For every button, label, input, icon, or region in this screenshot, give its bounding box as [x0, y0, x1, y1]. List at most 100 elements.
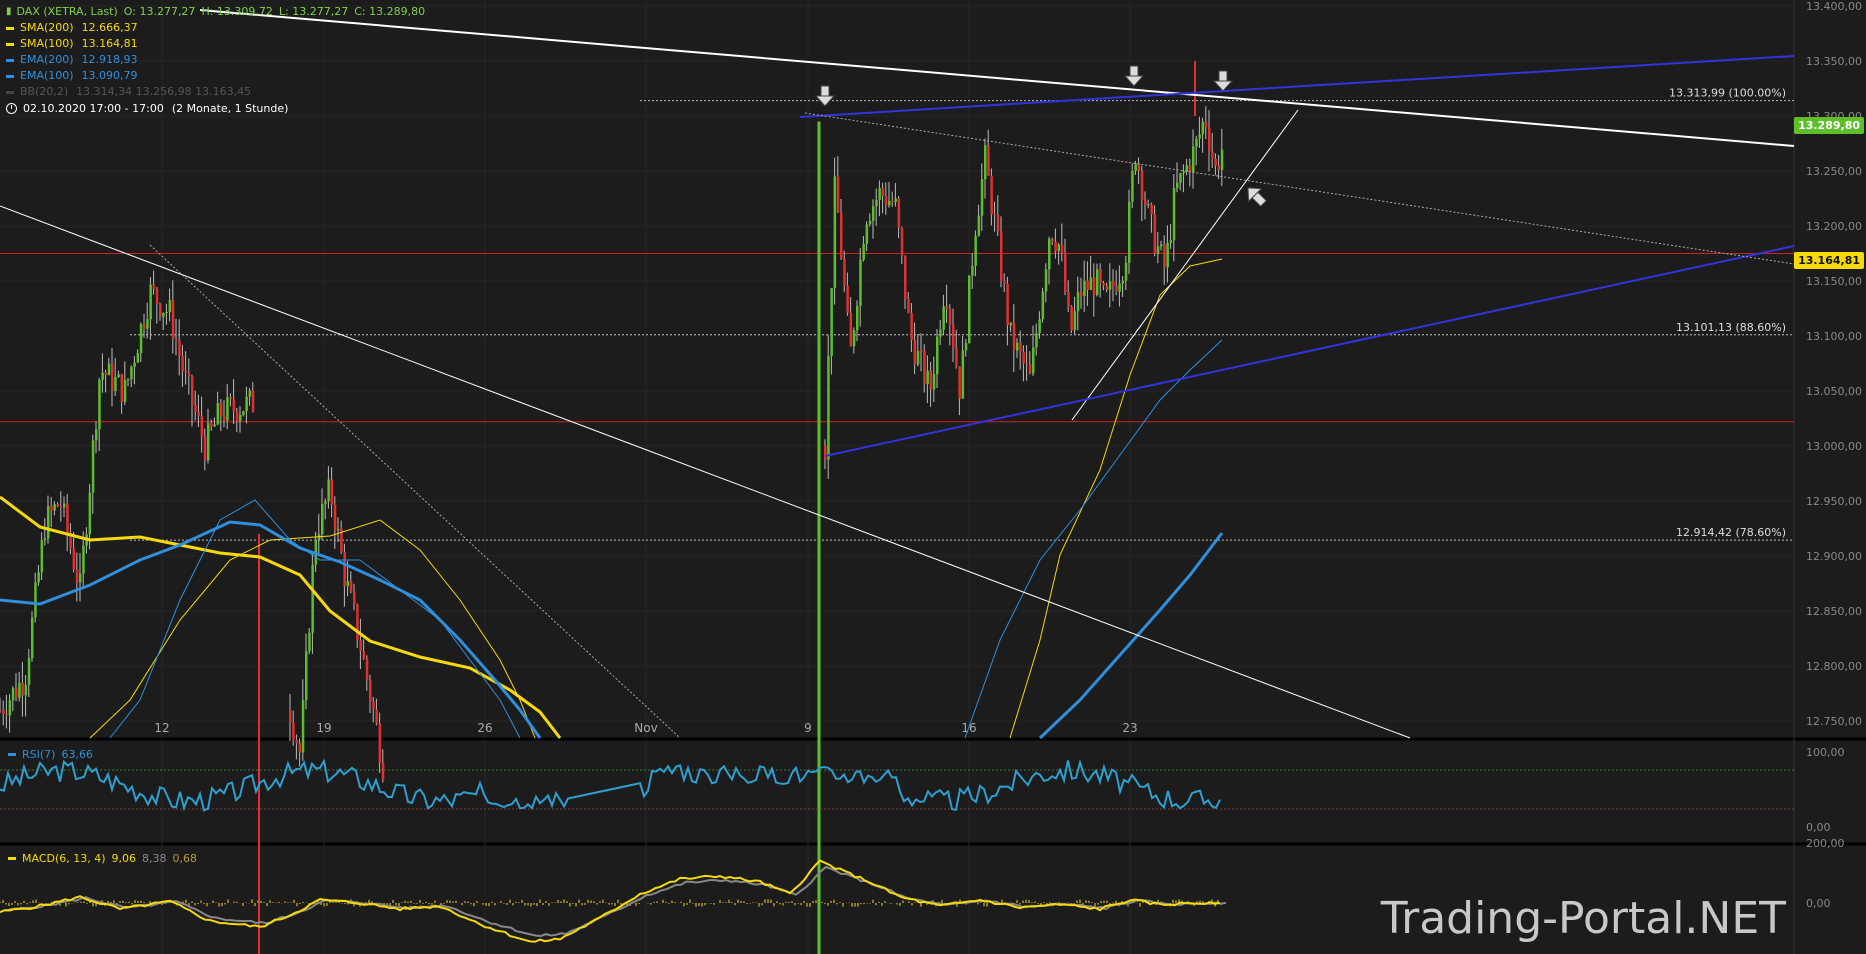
- rsi-panel-bg: [0, 742, 1866, 842]
- candle-body: [239, 414, 242, 422]
- candle-body: [836, 176, 840, 213]
- candle-body: [349, 581, 353, 592]
- candle-body: [833, 176, 837, 289]
- candle-body: [1192, 146, 1195, 173]
- candle-body: [168, 300, 172, 313]
- macd-label[interactable]: MACD(6, 13, 4) 9,06 8,38 0,68: [8, 852, 197, 865]
- candle-body: [1211, 151, 1214, 159]
- rsi-axis-label: 0,00: [1806, 821, 1831, 834]
- candle-body: [955, 348, 958, 367]
- candle-body: [56, 504, 60, 507]
- candle-body: [143, 324, 146, 329]
- candle-body: [884, 196, 888, 206]
- rsi-label[interactable]: RSI(7) 63,66: [8, 748, 93, 761]
- candle-body: [175, 338, 178, 341]
- candle-body: [210, 423, 213, 427]
- legend-high: H: 13.309,72: [201, 5, 273, 18]
- candle-body: [72, 548, 76, 570]
- price-axis-label: 12.800,00: [1806, 660, 1862, 673]
- candle-body: [365, 658, 369, 681]
- candle-body: [1176, 182, 1179, 189]
- candle-body: [15, 687, 18, 698]
- candle-body: [343, 552, 346, 587]
- candle-body: [926, 370, 929, 384]
- candle-body: [295, 739, 298, 744]
- candle-body: [47, 505, 50, 539]
- candle-body: [123, 379, 127, 402]
- candle-body: [1054, 241, 1057, 252]
- legend-item-ema200[interactable]: EMA(200) 12.918,93: [6, 52, 425, 68]
- candle-body: [1115, 286, 1118, 292]
- candle-body: [843, 258, 846, 286]
- candle-body: [881, 188, 885, 197]
- candle-body: [987, 145, 990, 176]
- candle-body: [139, 324, 143, 354]
- candle-body: [191, 376, 194, 406]
- candle-body: [1166, 242, 1169, 268]
- candle-body: [996, 214, 1000, 232]
- legend-main-label: DAX (XETRA, Last): [16, 5, 118, 18]
- candle-body: [1057, 244, 1061, 252]
- candle-body: [82, 545, 85, 574]
- candle-body: [226, 397, 229, 421]
- candle-body: [356, 604, 359, 641]
- time-axis-label: 12: [154, 721, 169, 735]
- arrow-shaft: [820, 85, 830, 97]
- candle-body: [242, 411, 245, 415]
- candle-body: [993, 214, 997, 216]
- candle-body: [1102, 283, 1105, 286]
- legend-item-sma100[interactable]: SMA(100) 13.164,81: [6, 36, 425, 52]
- candle-body: [916, 350, 920, 365]
- candle-body: [1214, 158, 1217, 166]
- candle-body: [333, 504, 337, 531]
- candle-body: [948, 309, 952, 325]
- candle-body: [840, 212, 843, 259]
- candle-body: [171, 300, 175, 339]
- candle-body: [378, 723, 382, 763]
- legend-item-bb[interactable]: BB(20,2) 13.314,34 13.256,98 13.163,45: [6, 84, 425, 100]
- candle-body: [1044, 269, 1048, 292]
- candle-body: [8, 700, 12, 716]
- candle-body: [133, 362, 136, 367]
- candle-body: [324, 501, 327, 504]
- candle-body: [101, 372, 104, 380]
- candle-body: [120, 374, 124, 402]
- candle-body: [1208, 127, 1211, 152]
- price-axis-label: 13.000,00: [1806, 440, 1862, 453]
- candle-body: [964, 343, 968, 351]
- stock-chart[interactable]: 121926Nov9162313.400,0013.350,0013.300,0…: [0, 0, 1866, 954]
- candle-body: [152, 284, 156, 289]
- candle-body: [932, 374, 936, 390]
- price-axis-label: 13.200,00: [1806, 220, 1862, 233]
- candle-body: [945, 306, 949, 310]
- candle-body: [897, 198, 901, 229]
- candle-body: [362, 651, 366, 659]
- price-axis-label: 12.750,00: [1806, 715, 1862, 728]
- candle-body: [862, 243, 865, 260]
- candle-body: [1220, 149, 1224, 170]
- candle-body: [1140, 170, 1144, 201]
- candle-body: [248, 390, 252, 397]
- candle-body: [308, 632, 311, 652]
- candle-body: [891, 200, 894, 203]
- price-axis-label: 13.150,00: [1806, 275, 1862, 288]
- candle-body: [66, 503, 69, 533]
- candle-body: [856, 305, 859, 331]
- candle-body: [114, 377, 117, 391]
- candle-body: [1169, 240, 1173, 243]
- candle-body: [923, 350, 926, 384]
- candle-body: [1089, 277, 1093, 290]
- candle-body: [200, 415, 204, 437]
- legend-item-ema100[interactable]: EMA(100) 13.090,79: [6, 68, 425, 84]
- candle-body: [18, 682, 21, 698]
- candle-body: [369, 680, 372, 702]
- candle-body: [888, 200, 891, 206]
- legend-item-sma200[interactable]: SMA(200) 12.666,37: [6, 20, 425, 36]
- legend-low: L: 13.277,27: [278, 5, 349, 18]
- candle-body: [1096, 269, 1099, 296]
- candle-body: [88, 492, 92, 535]
- candle-body: [1172, 188, 1176, 241]
- candle-body: [251, 390, 255, 412]
- candle-body: [1019, 342, 1022, 352]
- swatch: [6, 74, 14, 78]
